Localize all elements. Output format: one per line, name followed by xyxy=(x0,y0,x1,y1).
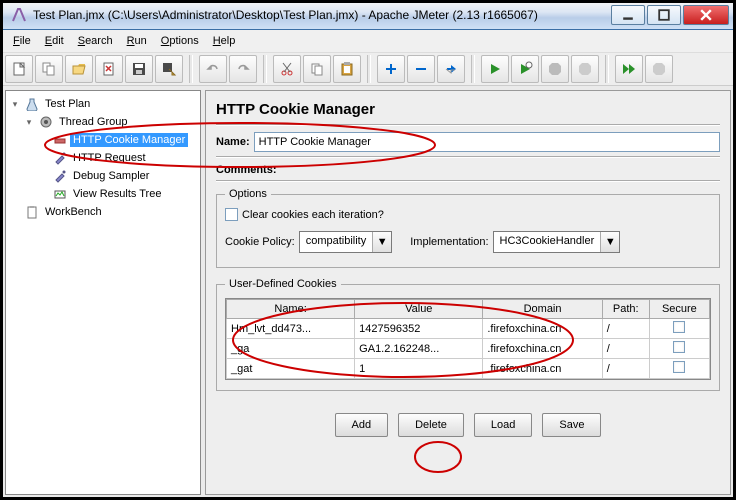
maximize-button[interactable] xyxy=(647,5,681,25)
col-value[interactable]: Value xyxy=(355,300,483,319)
table-row[interactable]: Hm_lvt_dd473...1427596352.firefoxchina.c… xyxy=(227,319,710,339)
menu-help[interactable]: Help xyxy=(207,33,242,49)
col-secure[interactable]: Secure xyxy=(649,300,709,319)
policy-label: Cookie Policy: xyxy=(225,236,295,248)
tree-debug-sampler[interactable]: Debug Sampler xyxy=(8,167,198,185)
config-panel: HTTP Cookie Manager Name: Comments: Opti… xyxy=(205,90,731,495)
toolbar xyxy=(0,52,736,86)
expand-icon[interactable] xyxy=(377,55,405,83)
thread-icon xyxy=(38,114,54,130)
load-button[interactable]: Load xyxy=(474,413,532,437)
open-icon[interactable] xyxy=(65,55,93,83)
menu-file[interactable]: File xyxy=(7,33,37,49)
col-name[interactable]: Name: xyxy=(227,300,355,319)
policy-select[interactable]: compatibility ▼ xyxy=(299,231,393,253)
tree-panel[interactable]: ▾ Test Plan ▾ Thread Group HTTP Cookie M… xyxy=(5,90,201,495)
app-icon xyxy=(11,7,27,23)
undo-icon[interactable] xyxy=(199,55,227,83)
impl-select[interactable]: HC3CookieHandler ▼ xyxy=(493,231,621,253)
window-title: Test Plan.jmx (C:\Users\Administrator\De… xyxy=(33,8,611,22)
cookies-legend: User-Defined Cookies xyxy=(225,278,341,290)
checkbox-icon[interactable] xyxy=(673,361,685,373)
menu-run[interactable]: Run xyxy=(121,33,153,49)
cookies-fieldset: User-Defined Cookies Name: Value Domain … xyxy=(216,278,720,391)
options-fieldset: Options Clear cookies each iteration? Co… xyxy=(216,188,720,268)
options-legend: Options xyxy=(225,188,271,200)
stop-icon[interactable] xyxy=(541,55,569,83)
tree-cookie-manager[interactable]: HTTP Cookie Manager xyxy=(8,131,198,149)
run-icon[interactable] xyxy=(481,55,509,83)
tree-workbench[interactable]: WorkBench xyxy=(8,203,198,221)
remote-stop-icon[interactable] xyxy=(645,55,673,83)
shutdown-icon[interactable] xyxy=(571,55,599,83)
collapse-icon[interactable] xyxy=(407,55,435,83)
menu-bar: File Edit Search Run Options Help xyxy=(0,30,736,52)
impl-label: Implementation: xyxy=(410,236,488,248)
chevron-down-icon: ▼ xyxy=(373,232,391,252)
tree-view-results[interactable]: View Results Tree xyxy=(8,185,198,203)
checkbox-icon xyxy=(225,208,238,221)
chevron-down-icon: ▼ xyxy=(601,232,619,252)
comments-label: Comments: xyxy=(216,164,277,176)
tree-test-plan[interactable]: ▾ Test Plan xyxy=(8,95,198,113)
table-row[interactable]: _gaGA1.2.162248....firefoxchina.cn/ xyxy=(227,339,710,359)
redo-icon[interactable] xyxy=(229,55,257,83)
templates-icon[interactable] xyxy=(35,55,63,83)
name-label: Name: xyxy=(216,136,250,148)
new-file-icon[interactable] xyxy=(5,55,33,83)
add-button[interactable]: Add xyxy=(335,413,389,437)
checkbox-icon[interactable] xyxy=(673,341,685,353)
tree-thread-group[interactable]: ▾ Thread Group xyxy=(8,113,198,131)
save-icon[interactable] xyxy=(125,55,153,83)
cookies-table[interactable]: Name: Value Domain Path: Secure Hm_lvt_d… xyxy=(226,299,710,379)
clear-cookies-checkbox[interactable]: Clear cookies each iteration? xyxy=(225,208,711,221)
dropper-icon xyxy=(52,168,68,184)
tree-http-request[interactable]: HTTP Request xyxy=(8,149,198,167)
menu-search[interactable]: Search xyxy=(72,33,119,49)
minimize-button[interactable] xyxy=(611,5,645,25)
save-button[interactable]: Save xyxy=(542,413,601,437)
checkbox-icon[interactable] xyxy=(673,321,685,333)
table-row[interactable]: _gat1.firefoxchina.cn/ xyxy=(227,359,710,379)
clipboard-icon xyxy=(24,204,40,220)
window-titlebar: Test Plan.jmx (C:\Users\Administrator\De… xyxy=(0,0,736,30)
scope-icon xyxy=(52,186,68,202)
dropper-icon xyxy=(52,150,68,166)
remote-start-icon[interactable] xyxy=(615,55,643,83)
cut-icon[interactable] xyxy=(273,55,301,83)
cookie-icon xyxy=(52,132,68,148)
close-button[interactable] xyxy=(683,5,729,25)
menu-options[interactable]: Options xyxy=(155,33,205,49)
panel-heading: HTTP Cookie Manager xyxy=(216,97,720,124)
run-no-timer-icon[interactable] xyxy=(511,55,539,83)
paste-icon[interactable] xyxy=(333,55,361,83)
name-input[interactable] xyxy=(254,132,720,152)
toggle-icon[interactable] xyxy=(437,55,465,83)
save-as-icon[interactable] xyxy=(155,55,183,83)
menu-edit[interactable]: Edit xyxy=(39,33,70,49)
col-domain[interactable]: Domain xyxy=(483,300,602,319)
beaker-icon xyxy=(24,96,40,112)
delete-button[interactable]: Delete xyxy=(398,413,464,437)
copy-icon[interactable] xyxy=(303,55,331,83)
close-file-icon[interactable] xyxy=(95,55,123,83)
col-path[interactable]: Path: xyxy=(602,300,649,319)
